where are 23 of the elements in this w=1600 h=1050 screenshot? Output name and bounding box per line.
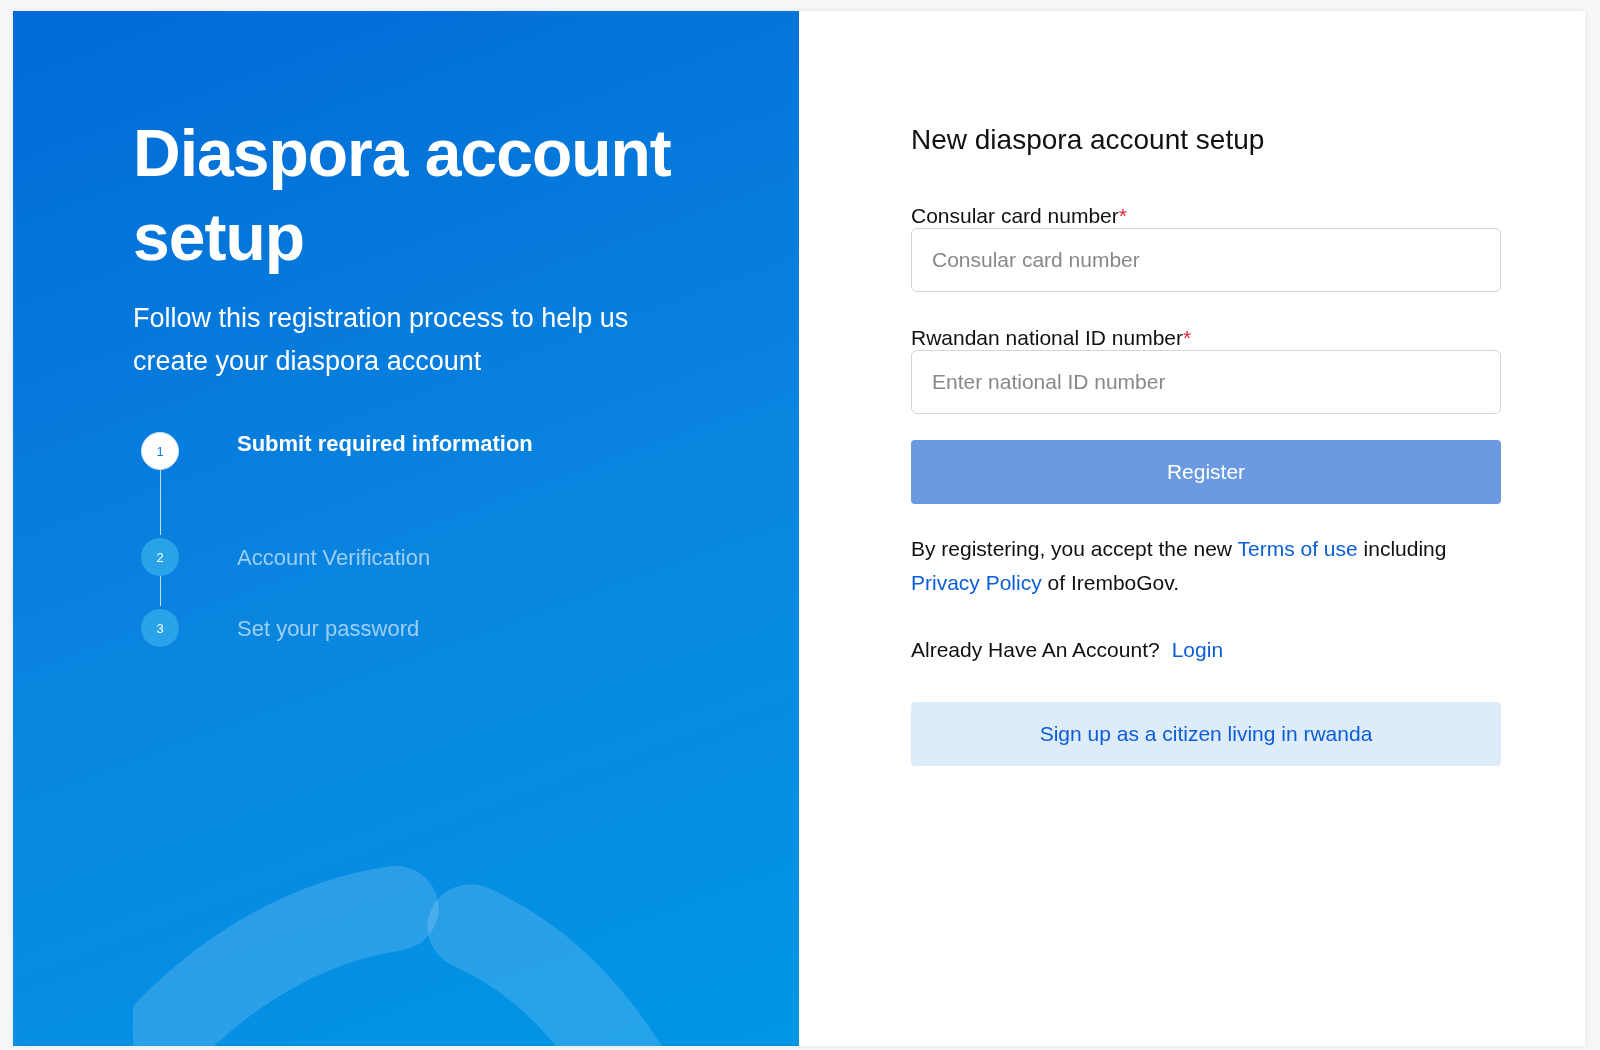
page-title: Diaspora account setup: [133, 115, 672, 276]
terms-link[interactable]: Terms of use: [1237, 537, 1358, 560]
required-asterisk: *: [1118, 204, 1127, 227]
login-prompt: Already Have An Account?: [911, 638, 1160, 662]
form-heading: New diaspora account setup: [911, 124, 1266, 156]
citizen-signup-button[interactable]: Sign up as a citizen living in rwanda: [911, 702, 1501, 766]
step-label: Set your password: [237, 615, 420, 643]
field-label: Rwandan national ID number: [911, 326, 1183, 349]
required-asterisk: *: [1183, 326, 1192, 349]
field-label: Consular card number: [911, 204, 1119, 227]
step-number: 2: [141, 538, 179, 576]
terms-link[interactable]: Privacy Policy: [911, 571, 1042, 594]
input-field[interactable]: Enter national ID number: [911, 350, 1501, 414]
page-subtitle: Follow this registration process to help us create your diaspora account: [133, 302, 630, 378]
step-label: Submit required information: [237, 430, 533, 458]
step-number: 3: [141, 609, 179, 647]
terms-text: of IremboGov.: [1047, 571, 1180, 594]
step-number: 1: [141, 432, 179, 470]
terms-text: By registering, you accept the new: [911, 537, 1232, 560]
input-field[interactable]: Consular card number: [911, 228, 1501, 292]
terms-text: including: [1363, 537, 1447, 560]
login-link[interactable]: Login: [1171, 638, 1224, 662]
step-label: Account Verification: [237, 544, 431, 572]
